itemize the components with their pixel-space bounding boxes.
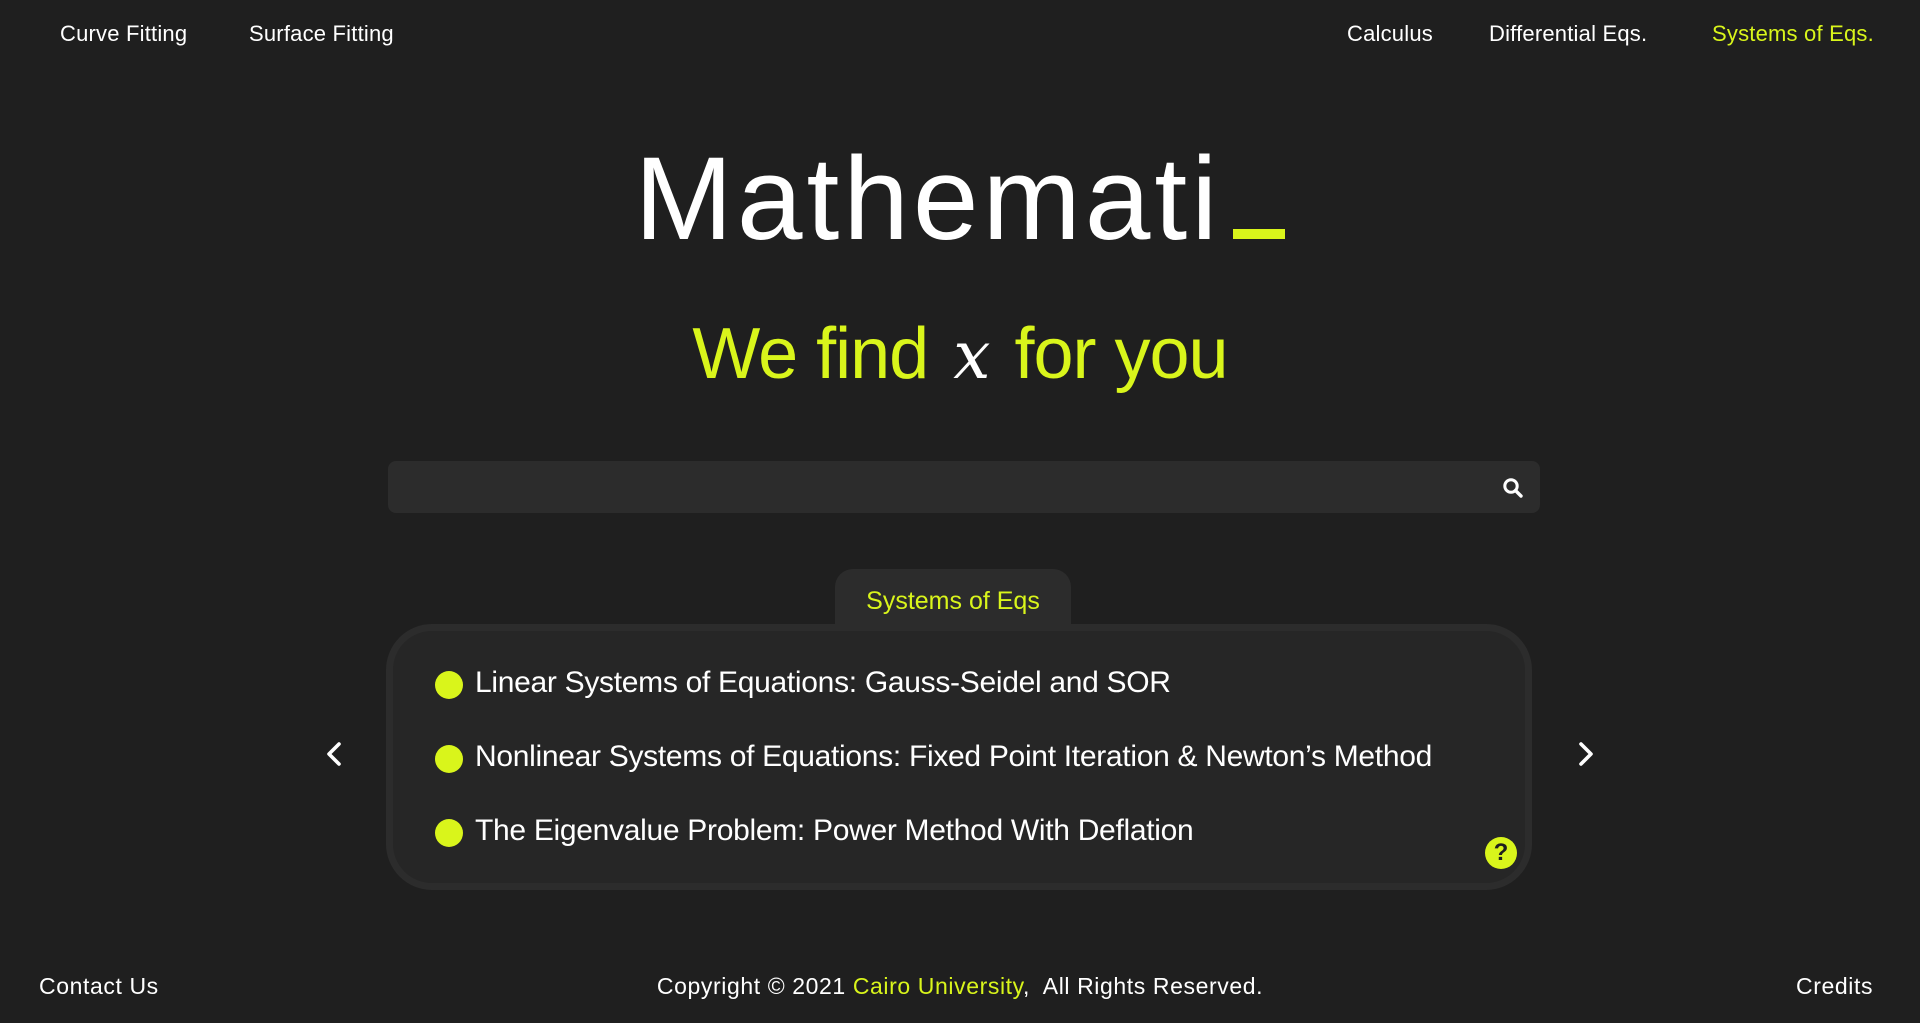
topic-item-label: The Eigenvalue Problem: Power Method Wit… — [475, 814, 1194, 847]
tagline-before: We find — [692, 314, 929, 394]
nav-link-surface-fitting[interactable]: Surface Fitting — [249, 21, 394, 47]
topic-item-label: Nonlinear Systems of Equations: Fixed Po… — [475, 740, 1432, 773]
search-icon[interactable] — [1502, 477, 1524, 499]
copyright-suffix: , All Rights Reserved. — [1023, 973, 1264, 999]
copyright-prefix: Copyright © 2021 — [656, 973, 846, 999]
tagline: We find x for you — [0, 318, 1920, 390]
university-link[interactable]: Cairo University — [853, 973, 1023, 999]
nav-link-calculus[interactable]: Calculus — [1347, 21, 1433, 47]
site-logo: Mathemati — [0, 140, 1920, 258]
topic-item-label: Linear Systems of Equations: Gauss-Seide… — [475, 666, 1171, 699]
top-nav: Curve Fitting Surface Fitting Calculus D… — [0, 0, 1920, 70]
credits-link[interactable]: Credits — [1796, 973, 1873, 1000]
tagline-variable: x — [953, 317, 990, 394]
topic-tab-label: Systems of Eqs — [866, 587, 1040, 615]
bullet-dot-icon — [435, 745, 463, 773]
help-icon[interactable]: ? — [1485, 837, 1517, 869]
nav-link-systems-of-eqs[interactable]: Systems of Eqs. — [1712, 21, 1874, 47]
nav-link-differential-eqs[interactable]: Differential Eqs. — [1489, 21, 1647, 47]
footer: Contact Us Copyright © 2021 Cairo Univer… — [0, 973, 1920, 1003]
bullet-dot-icon — [435, 671, 463, 699]
copyright-text: Copyright © 2021 Cairo University, All R… — [0, 973, 1920, 1000]
tagline-after: for you — [1014, 314, 1228, 394]
chevron-right-icon[interactable] — [1570, 738, 1600, 770]
bullet-dot-icon — [435, 819, 463, 847]
chevron-left-icon[interactable] — [320, 738, 350, 770]
logo-text: Mathemati — [634, 133, 1222, 265]
topic-card: Linear Systems of Equations: Gauss-Seide… — [386, 624, 1532, 890]
logo-cursor — [1233, 229, 1286, 239]
nav-link-curve-fitting[interactable]: Curve Fitting — [60, 21, 187, 47]
search-bar — [388, 461, 1540, 515]
search-input[interactable] — [404, 461, 1488, 515]
